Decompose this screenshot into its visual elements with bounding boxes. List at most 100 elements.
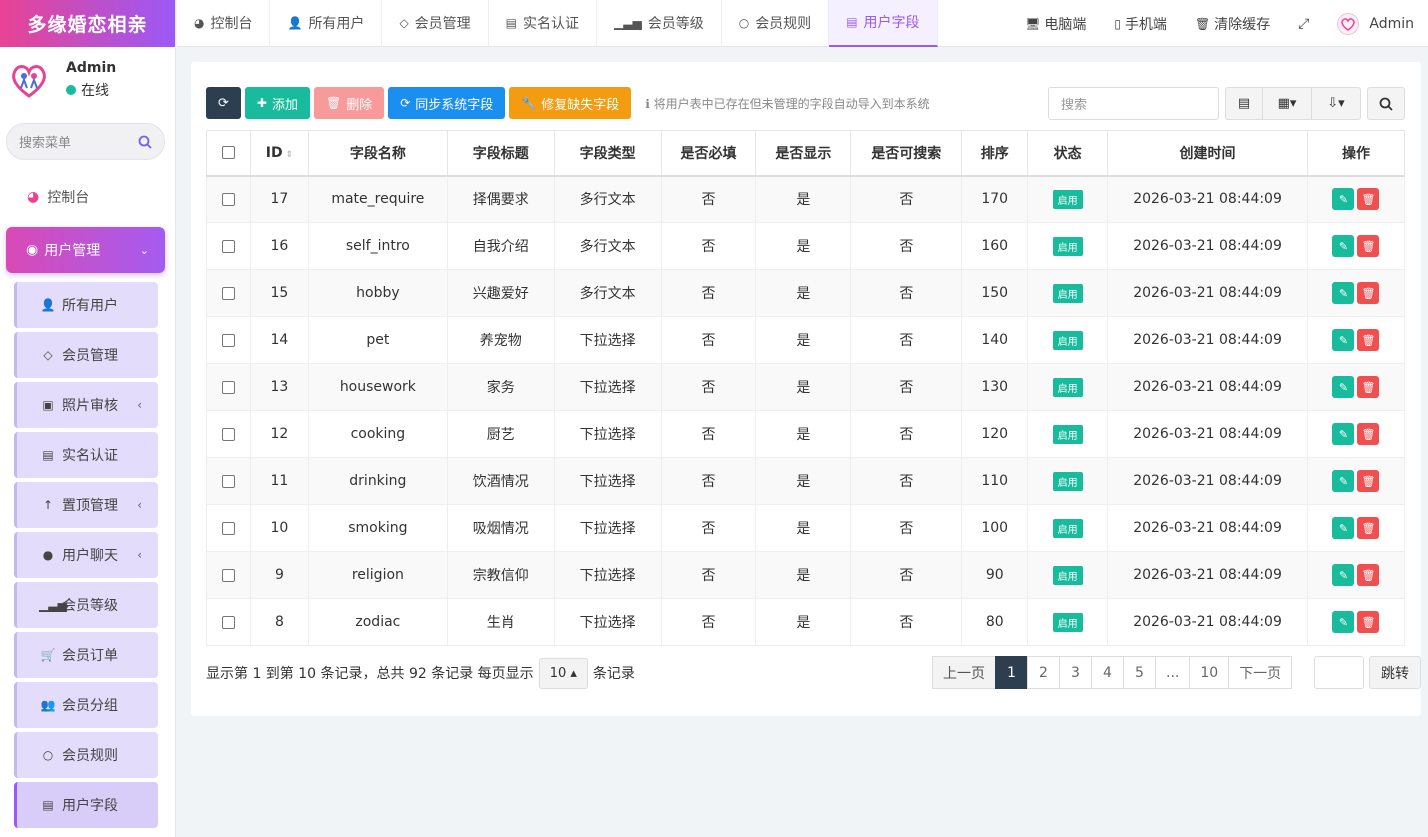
cell-visible[interactable]: 是	[755, 363, 852, 411]
sidebar-item-realname[interactable]: ▤ 实名认证	[14, 432, 158, 478]
sync-fields-button[interactable]: ⟳ 同步系统字段	[388, 87, 506, 119]
status-badge[interactable]: 启用	[1052, 330, 1083, 350]
row-checkbox[interactable]	[221, 427, 235, 441]
app-logo[interactable]: 多缘婚恋相亲	[0, 0, 175, 47]
columns-button[interactable]: ▦▾	[1262, 87, 1312, 120]
sidebar-item-groups[interactable]: 👥 会员分组	[14, 682, 158, 728]
tab-realname[interactable]: ▤ 实名认证	[489, 0, 598, 47]
tab-rules[interactable]: ○ 会员规则	[722, 0, 830, 47]
edit-button[interactable]: ✎	[1332, 235, 1355, 257]
add-button[interactable]: ✚ 添加	[244, 87, 310, 119]
tab-levels[interactable]: ▁▃▅ 会员等级	[597, 0, 722, 47]
page-size-select[interactable]: 10 ▴	[538, 657, 588, 689]
cell-visible[interactable]: 是	[755, 175, 852, 223]
sidebar-item-photo-review[interactable]: ▣ 照片审核 ‹	[14, 382, 158, 428]
status-badge[interactable]: 启用	[1052, 424, 1083, 444]
sidebar-item-rules[interactable]: ○ 会员规则	[14, 732, 158, 778]
jump-button[interactable]: 跳转	[1369, 656, 1421, 689]
table-search-input[interactable]: 搜索	[1048, 87, 1219, 120]
prev-page-button[interactable]: 上一页	[932, 656, 996, 689]
cell-visible[interactable]: 是	[755, 269, 852, 317]
status-badge[interactable]: 启用	[1052, 377, 1083, 397]
tab-user-fields[interactable]: ▤ 用户字段	[829, 0, 938, 47]
delete-row-button[interactable]: 🗑	[1357, 329, 1380, 351]
page-button[interactable]: 3	[1059, 656, 1092, 689]
page-button[interactable]: 10	[1189, 656, 1230, 689]
edit-button[interactable]: ✎	[1332, 423, 1355, 445]
status-badge[interactable]: 启用	[1052, 283, 1083, 303]
row-checkbox[interactable]	[221, 333, 235, 347]
edit-button[interactable]: ✎	[1332, 329, 1355, 351]
col-id[interactable]: ID ⇕	[249, 130, 309, 177]
refresh-button[interactable]: ⟳	[206, 87, 241, 119]
row-checkbox[interactable]	[221, 521, 235, 535]
edit-button[interactable]: ✎	[1332, 470, 1355, 492]
menu-search-input[interactable]: 搜索菜单	[6, 123, 165, 160]
delete-row-button[interactable]: 🗑	[1357, 470, 1380, 492]
edit-button[interactable]: ✎	[1332, 611, 1355, 633]
sidebar-item-top[interactable]: ↑ 置顶管理 ‹	[14, 482, 158, 528]
row-checkbox-cell[interactable]	[206, 504, 251, 552]
cell-visible[interactable]: 是	[755, 316, 852, 364]
cell-visible[interactable]: 是	[755, 504, 852, 552]
edit-button[interactable]: ✎	[1332, 517, 1355, 539]
cell-visible[interactable]: 是	[755, 222, 852, 270]
jump-page-input[interactable]	[1314, 656, 1364, 689]
row-checkbox-cell[interactable]	[206, 457, 251, 505]
delete-row-button[interactable]: 🗑	[1357, 517, 1380, 539]
row-checkbox-cell[interactable]	[206, 410, 251, 458]
row-checkbox-cell[interactable]	[206, 598, 251, 646]
row-checkbox-cell[interactable]	[206, 316, 251, 364]
mobile-link[interactable]: ▯ 手机端	[1100, 14, 1181, 34]
clear-cache-button[interactable]: 🗑 清除缓存	[1181, 14, 1284, 34]
repair-fields-button[interactable]: 🔧 修复缺失字段	[509, 87, 632, 119]
status-badge[interactable]: 启用	[1052, 189, 1083, 209]
sidebar-item-orders[interactable]: 🛒 会员订单	[14, 632, 158, 678]
cell-visible[interactable]: 是	[755, 551, 852, 599]
sort-icon[interactable]: ⇕	[286, 150, 294, 160]
tab-members[interactable]: ◇ 会员管理	[382, 0, 489, 47]
delete-row-button[interactable]: 🗑	[1357, 235, 1380, 257]
fullscreen-button[interactable]: ⤢	[1284, 16, 1323, 32]
delete-row-button[interactable]: 🗑	[1357, 188, 1380, 211]
status-badge[interactable]: 启用	[1052, 236, 1083, 256]
edit-button[interactable]: ✎	[1332, 188, 1355, 211]
sidebar-group-user-management[interactable]: ◉ 用户管理 ⌄	[6, 227, 165, 273]
status-badge[interactable]: 启用	[1052, 612, 1083, 632]
search-button[interactable]	[1367, 87, 1405, 120]
sidebar-item-all-users[interactable]: 👤 所有用户	[14, 282, 158, 328]
status-badge[interactable]: 启用	[1052, 471, 1083, 491]
row-checkbox-cell[interactable]	[206, 269, 251, 317]
export-button[interactable]: ⇩▾	[1311, 87, 1361, 120]
sidebar-item-user-fields[interactable]: ▤ 用户字段	[14, 782, 158, 828]
delete-button[interactable]: 🗑 删除	[313, 87, 385, 119]
page-button[interactable]: 4	[1091, 656, 1124, 689]
row-checkbox-cell[interactable]	[206, 551, 251, 599]
desktop-link[interactable]: 🖥 电脑端	[1011, 14, 1100, 34]
page-button[interactable]: 1	[995, 656, 1028, 689]
edit-button[interactable]: ✎	[1332, 282, 1355, 304]
page-button[interactable]: 5	[1123, 656, 1156, 689]
row-checkbox-cell[interactable]	[206, 222, 251, 270]
toggle-view-button[interactable]: ▤	[1225, 87, 1263, 120]
tab-all-users[interactable]: 👤 所有用户	[270, 0, 383, 47]
sidebar-item-members[interactable]: ◇ 会员管理	[14, 332, 158, 378]
page-button[interactable]: 2	[1027, 656, 1060, 689]
edit-button[interactable]: ✎	[1332, 564, 1355, 586]
delete-row-button[interactable]: 🗑	[1357, 376, 1380, 398]
delete-row-button[interactable]: 🗑	[1357, 564, 1380, 586]
delete-row-button[interactable]: 🗑	[1357, 423, 1380, 445]
row-checkbox[interactable]	[221, 192, 235, 206]
cell-visible[interactable]: 是	[755, 410, 852, 458]
row-checkbox[interactable]	[221, 568, 235, 582]
cell-visible[interactable]: 是	[755, 457, 852, 505]
delete-row-button[interactable]: 🗑	[1357, 611, 1380, 633]
next-page-button[interactable]: 下一页	[1228, 656, 1293, 689]
row-checkbox[interactable]	[221, 239, 235, 253]
row-checkbox[interactable]	[221, 615, 235, 629]
admin-menu[interactable]: Admin	[1323, 12, 1428, 35]
sidebar-item-dashboard[interactable]: ◕ 控制台	[0, 172, 175, 222]
row-checkbox[interactable]	[221, 380, 235, 394]
edit-button[interactable]: ✎	[1332, 376, 1355, 398]
row-checkbox-cell[interactable]	[206, 363, 251, 411]
